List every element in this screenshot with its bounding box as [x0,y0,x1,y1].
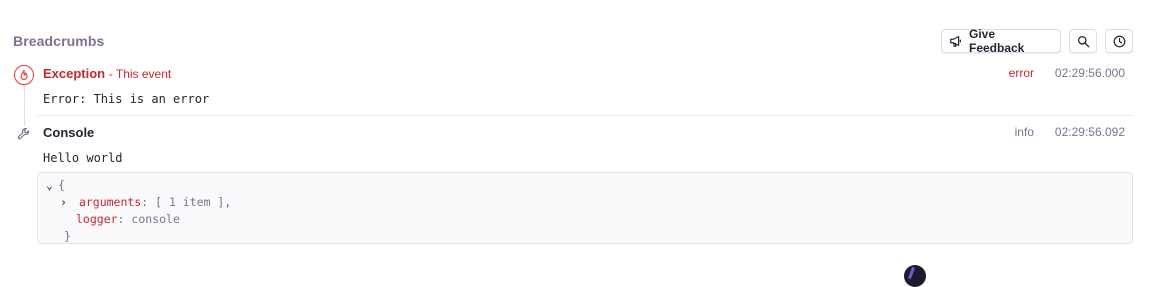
exception-crumb-subtitle: - This event [108,67,172,81]
exception-crumb-label: Exception [43,66,106,81]
crumb-divider [37,115,1133,116]
logger-value: console [131,212,180,226]
console-timestamp: 02:29:56.092 [1054,125,1125,139]
give-feedback-button[interactable]: Give Feedback [941,27,1061,55]
exception-crumb-title: Exception - This event [43,66,171,81]
exception-timestamp: 02:29:56.000 [1054,66,1125,80]
give-feedback-label: Give Feedback [969,27,1025,55]
data-logger-row: logger: console [76,212,180,226]
arguments-value: [ 1 item ], [155,195,232,209]
breadcrumbs-heading: Breadcrumbs [13,33,105,49]
console-message: Hello world [43,151,123,165]
fire-icon [14,65,34,85]
logger-key: logger [76,212,118,226]
breadcrumbs-toolbar: Give Feedback [941,27,1133,55]
data-arguments-row: › arguments: [ 1 item ], [60,195,232,209]
arguments-key: arguments [78,195,142,209]
timeline-connector [24,86,25,126]
data-object-open: ⌄{ [46,178,65,192]
console-level-badge: info [1014,125,1034,139]
search-button[interactable] [1069,29,1097,53]
time-format-button[interactable] [1105,29,1133,53]
exception-message: Error: This is an error [43,92,210,106]
wrench-icon [16,126,32,142]
console-data-viewer: ⌄{ › arguments: [ 1 item ], logger: cons… [37,172,1133,244]
chevron-down-icon[interactable]: ⌄ [46,178,58,192]
console-crumb-title: Console [43,125,95,140]
megaphone-icon [949,34,963,48]
search-icon [1077,35,1090,48]
exception-level-badge: error [1008,66,1034,80]
data-object-close: } [64,229,71,243]
clock-icon [1113,35,1126,48]
avatar[interactable] [904,265,926,287]
chevron-right-icon[interactable]: › [60,195,72,209]
